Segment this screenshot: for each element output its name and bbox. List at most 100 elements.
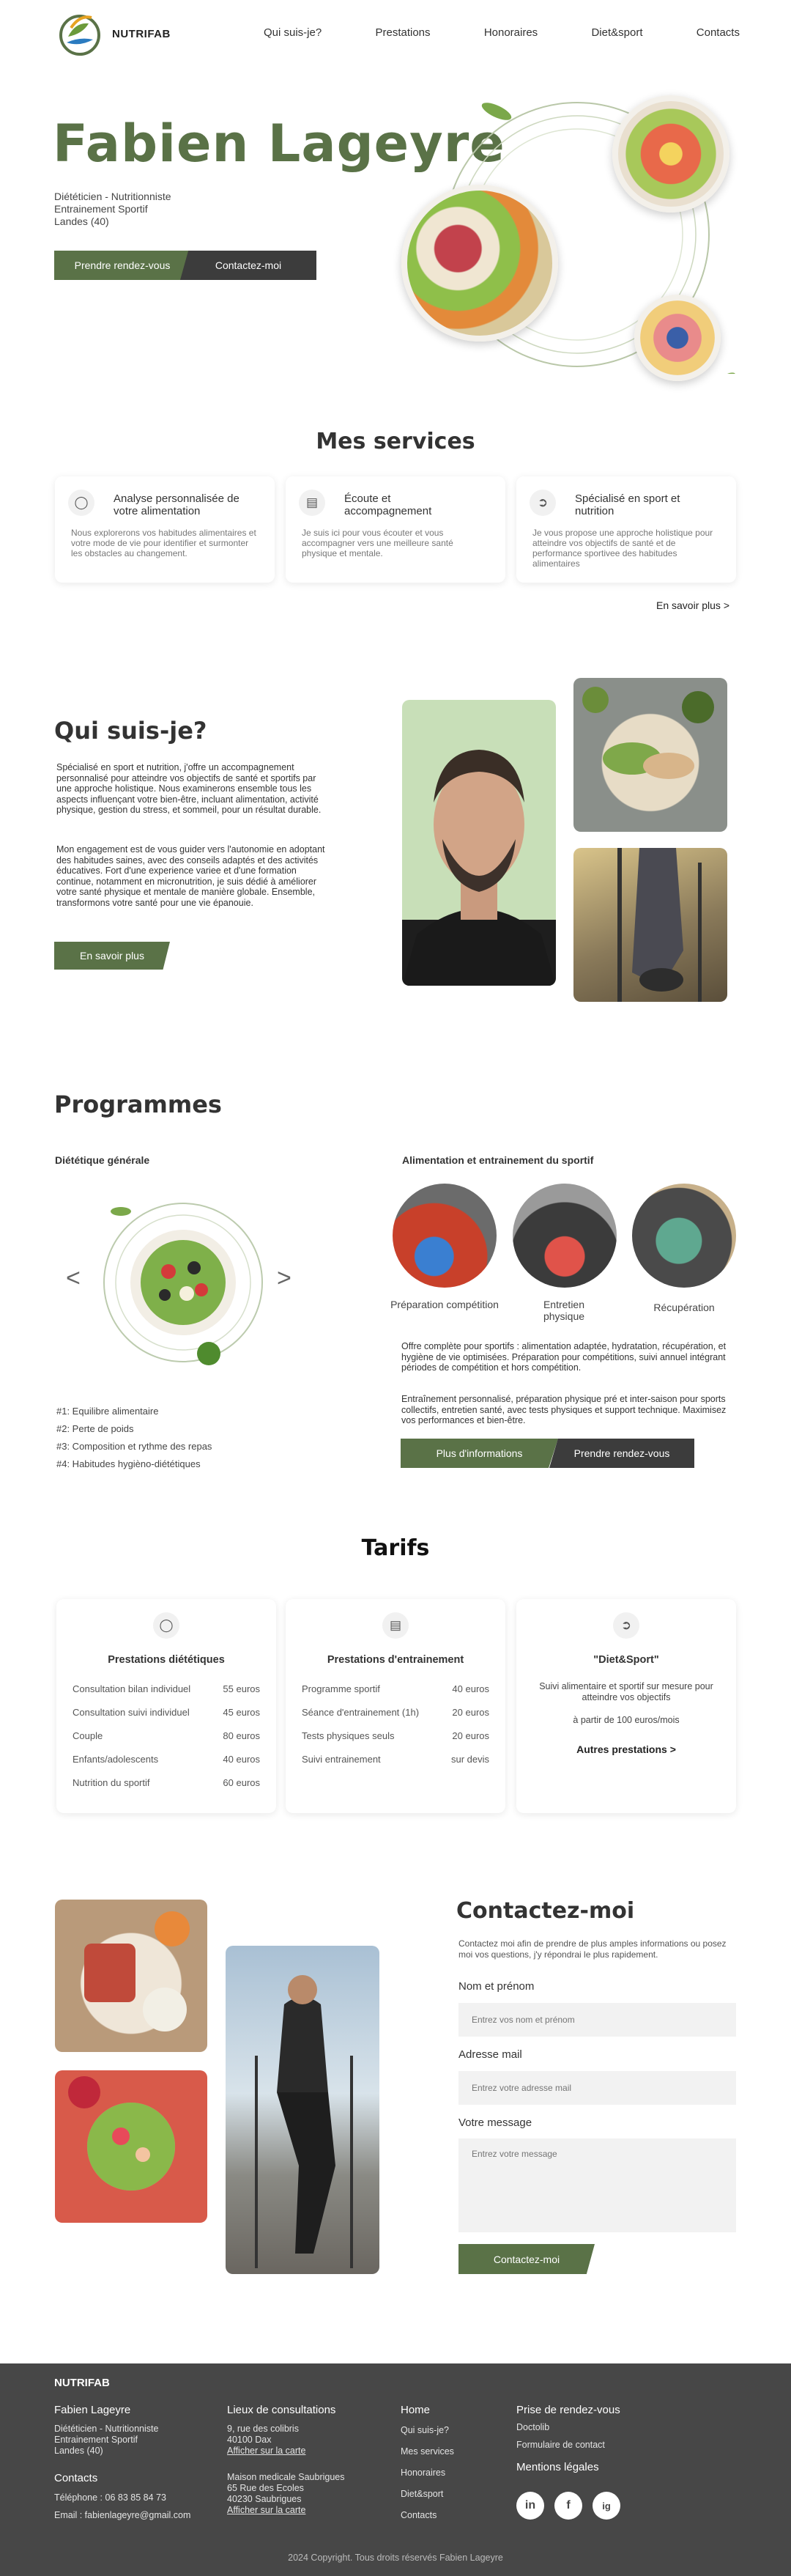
message-label: Votre message: [458, 2116, 532, 2129]
tarif-card-title: "Diet&Sport": [593, 1654, 659, 1666]
show-map-link[interactable]: Afficher sur la carte: [227, 2505, 345, 2516]
tarif-row: Séance d'entrainement (1h) 20 euros: [302, 1700, 489, 1724]
name-label: Nom et prénom: [458, 1980, 535, 1993]
food-photo: [55, 1900, 207, 2052]
instagram-icon[interactable]: ig: [593, 2492, 620, 2520]
facebook-icon[interactable]: f: [554, 2492, 582, 2520]
tarif-table: Programme sportif 40 euros Séance d'entra…: [302, 1677, 489, 1771]
footer-link[interactable]: Honoraires: [401, 2468, 445, 2479]
program-list-item: #2: Perte de poids: [56, 1423, 134, 1434]
tarif-row: Consultation suivi individuel 45 euros: [73, 1700, 260, 1724]
tarif-table: Consultation bilan individuel 55 euros Co…: [73, 1677, 260, 1794]
tarif-card-price: à partir de 100 euros/mois: [573, 1715, 680, 1725]
program-list-item: #4: Habitudes hygièno-diététiques: [56, 1458, 201, 1469]
tarif-row: Enfants/adolescents 40 euros: [73, 1747, 260, 1771]
service-card-text: Je vous propose une approche holistique …: [532, 528, 713, 569]
contact-submit-button[interactable]: Contactez-moi: [458, 2244, 595, 2274]
tarif-price: 40 euros: [452, 1683, 489, 1694]
book-appointment-button[interactable]: Prendre rendez-vous: [549, 1439, 694, 1468]
tarif-card-title: Prestations d'entrainement: [327, 1654, 464, 1666]
footer-name: Fabien Lageyre: [54, 2404, 131, 2416]
footer-booking-heading: Prise de rendez-vous: [516, 2404, 620, 2416]
footer-link[interactable]: Mes services: [401, 2446, 454, 2457]
address-line: 40230 Saubrigues: [227, 2494, 302, 2504]
footer-description: Diététicien - Nutritionniste Entrainemen…: [54, 2424, 158, 2457]
nav-item-honoraires[interactable]: Honoraires: [484, 26, 538, 39]
tarif-row: Tests physiques seuls 20 euros: [302, 1724, 489, 1747]
fitness-photo: [513, 1184, 617, 1288]
show-map-link[interactable]: Afficher sur la carte: [227, 2446, 305, 2457]
logo-icon: [59, 15, 100, 56]
service-card-text: Je suis ici pour vous écouter et vous ac…: [302, 528, 453, 558]
address-line: 9, rue des colibris: [227, 2424, 299, 2434]
email-field[interactable]: [458, 2071, 736, 2105]
recovery-photo: [632, 1184, 736, 1288]
footer-link[interactable]: Qui suis-je?: [401, 2425, 449, 2436]
tarif-card: ◯ Prestations diététiques Consultation b…: [56, 1599, 276, 1813]
address-line: 40100 Dax: [227, 2435, 272, 2445]
legal-link[interactable]: Mentions légales: [516, 2461, 599, 2473]
carousel-prev-button[interactable]: <: [66, 1264, 81, 1293]
name-field[interactable]: [458, 2003, 736, 2037]
nav-item-prestations[interactable]: Prestations: [375, 26, 430, 39]
logo[interactable]: NUTRIFAB: [53, 7, 171, 60]
contact-form-link[interactable]: Formulaire de contact: [516, 2440, 605, 2451]
circle-label: Entretien physique: [543, 1299, 585, 1322]
about-paragraph: Mon engagement est de vous guider vers l…: [56, 844, 325, 908]
tarif-label: Séance d'entrainement (1h): [302, 1706, 420, 1718]
message-field[interactable]: [458, 2138, 736, 2232]
nav-item-qui-suis-je[interactable]: Qui suis-je?: [264, 26, 322, 39]
footer-phone: Téléphone : 06 83 85 84 73: [54, 2492, 166, 2503]
footer-link[interactable]: Contacts: [401, 2510, 437, 2521]
brain-icon: ◯: [153, 1612, 179, 1639]
footer-brand: NUTRIFAB: [54, 2377, 110, 2389]
footer-locations-heading: Lieux de consultations: [227, 2404, 336, 2416]
clipboard-icon: ▤: [382, 1612, 409, 1639]
brand-name: NUTRIFAB: [112, 27, 171, 40]
salad-photo: [55, 2070, 207, 2223]
footer: NUTRIFAB Fabien Lageyre Diététicien - Nu…: [0, 2363, 791, 2576]
program-paragraph: Offre complète pour sportifs : alimentat…: [401, 1341, 727, 1373]
nav-item-contacts[interactable]: Contacts: [697, 26, 740, 39]
more-info-button[interactable]: Plus d'informations: [401, 1439, 558, 1468]
carousel-next-button[interactable]: >: [277, 1264, 291, 1293]
program-paragraph: Entraînement personnalisé, préparation p…: [401, 1394, 727, 1425]
running-shoe-icon: ➲: [613, 1612, 639, 1639]
program-right-title: Alimentation et entrainement du sportif: [402, 1154, 594, 1166]
other-services-link[interactable]: Autres prestations >: [516, 1743, 736, 1755]
about-more-button[interactable]: En savoir plus: [54, 942, 170, 970]
footer-email[interactable]: Email : fabienlageyre@gmail.com: [54, 2510, 190, 2521]
about-title: Qui suis-je?: [54, 717, 207, 745]
footer-link[interactable]: Diet&sport: [401, 2489, 443, 2500]
healthy-plate-photo: [573, 678, 727, 832]
tarif-price: 45 euros: [223, 1706, 260, 1718]
doctolib-link[interactable]: Doctolib: [516, 2422, 549, 2433]
hero-line: Diététicien - Nutritionniste: [54, 191, 171, 202]
footer-link-home[interactable]: Home: [401, 2404, 430, 2416]
footer-line: Entrainement Sportif: [54, 2435, 138, 2445]
brain-icon: ◯: [68, 490, 94, 516]
runner-photo: [226, 1946, 379, 2274]
tarif-label: Suivi entrainement: [302, 1753, 381, 1765]
tarif-row: Programme sportif 40 euros: [302, 1677, 489, 1700]
service-card-text: Nous explorerons vos habitudes alimentai…: [71, 528, 256, 558]
copyright: 2024 Copyright. Tous droits réservés Fab…: [288, 2553, 503, 2563]
poke-bowl-image: [401, 185, 558, 342]
tarif-price: sur devis: [450, 1753, 489, 1765]
tarif-price: 20 euros: [452, 1730, 489, 1741]
services-more-link[interactable]: En savoir plus >: [656, 599, 729, 611]
main-nav: Qui suis-je? Prestations Honoraires Diet…: [264, 26, 740, 39]
book-appointment-button[interactable]: Prendre rendez-vous: [54, 251, 190, 280]
service-card-title: Spécialisé en sport et nutrition: [575, 492, 680, 517]
nav-item-diet-sport[interactable]: Diet&sport: [591, 26, 642, 39]
tarif-row: Nutrition du sportif 60 euros: [73, 1771, 260, 1794]
footer-line: Diététicien - Nutritionniste: [54, 2424, 159, 2434]
email-label: Adresse mail: [458, 2048, 522, 2061]
contact-me-button[interactable]: Contactez-moi: [180, 251, 316, 280]
salad-bowl-image: [612, 95, 729, 213]
tarif-label: Couple: [73, 1730, 103, 1741]
fruit-bowl-image: [634, 295, 721, 381]
tarif-card: ▤ Prestations d'entrainement Programme s…: [286, 1599, 505, 1813]
footer-address: Maison medicale Saubrigues 65 Rue des Ec…: [227, 2472, 345, 2516]
linkedin-icon[interactable]: in: [516, 2492, 544, 2520]
